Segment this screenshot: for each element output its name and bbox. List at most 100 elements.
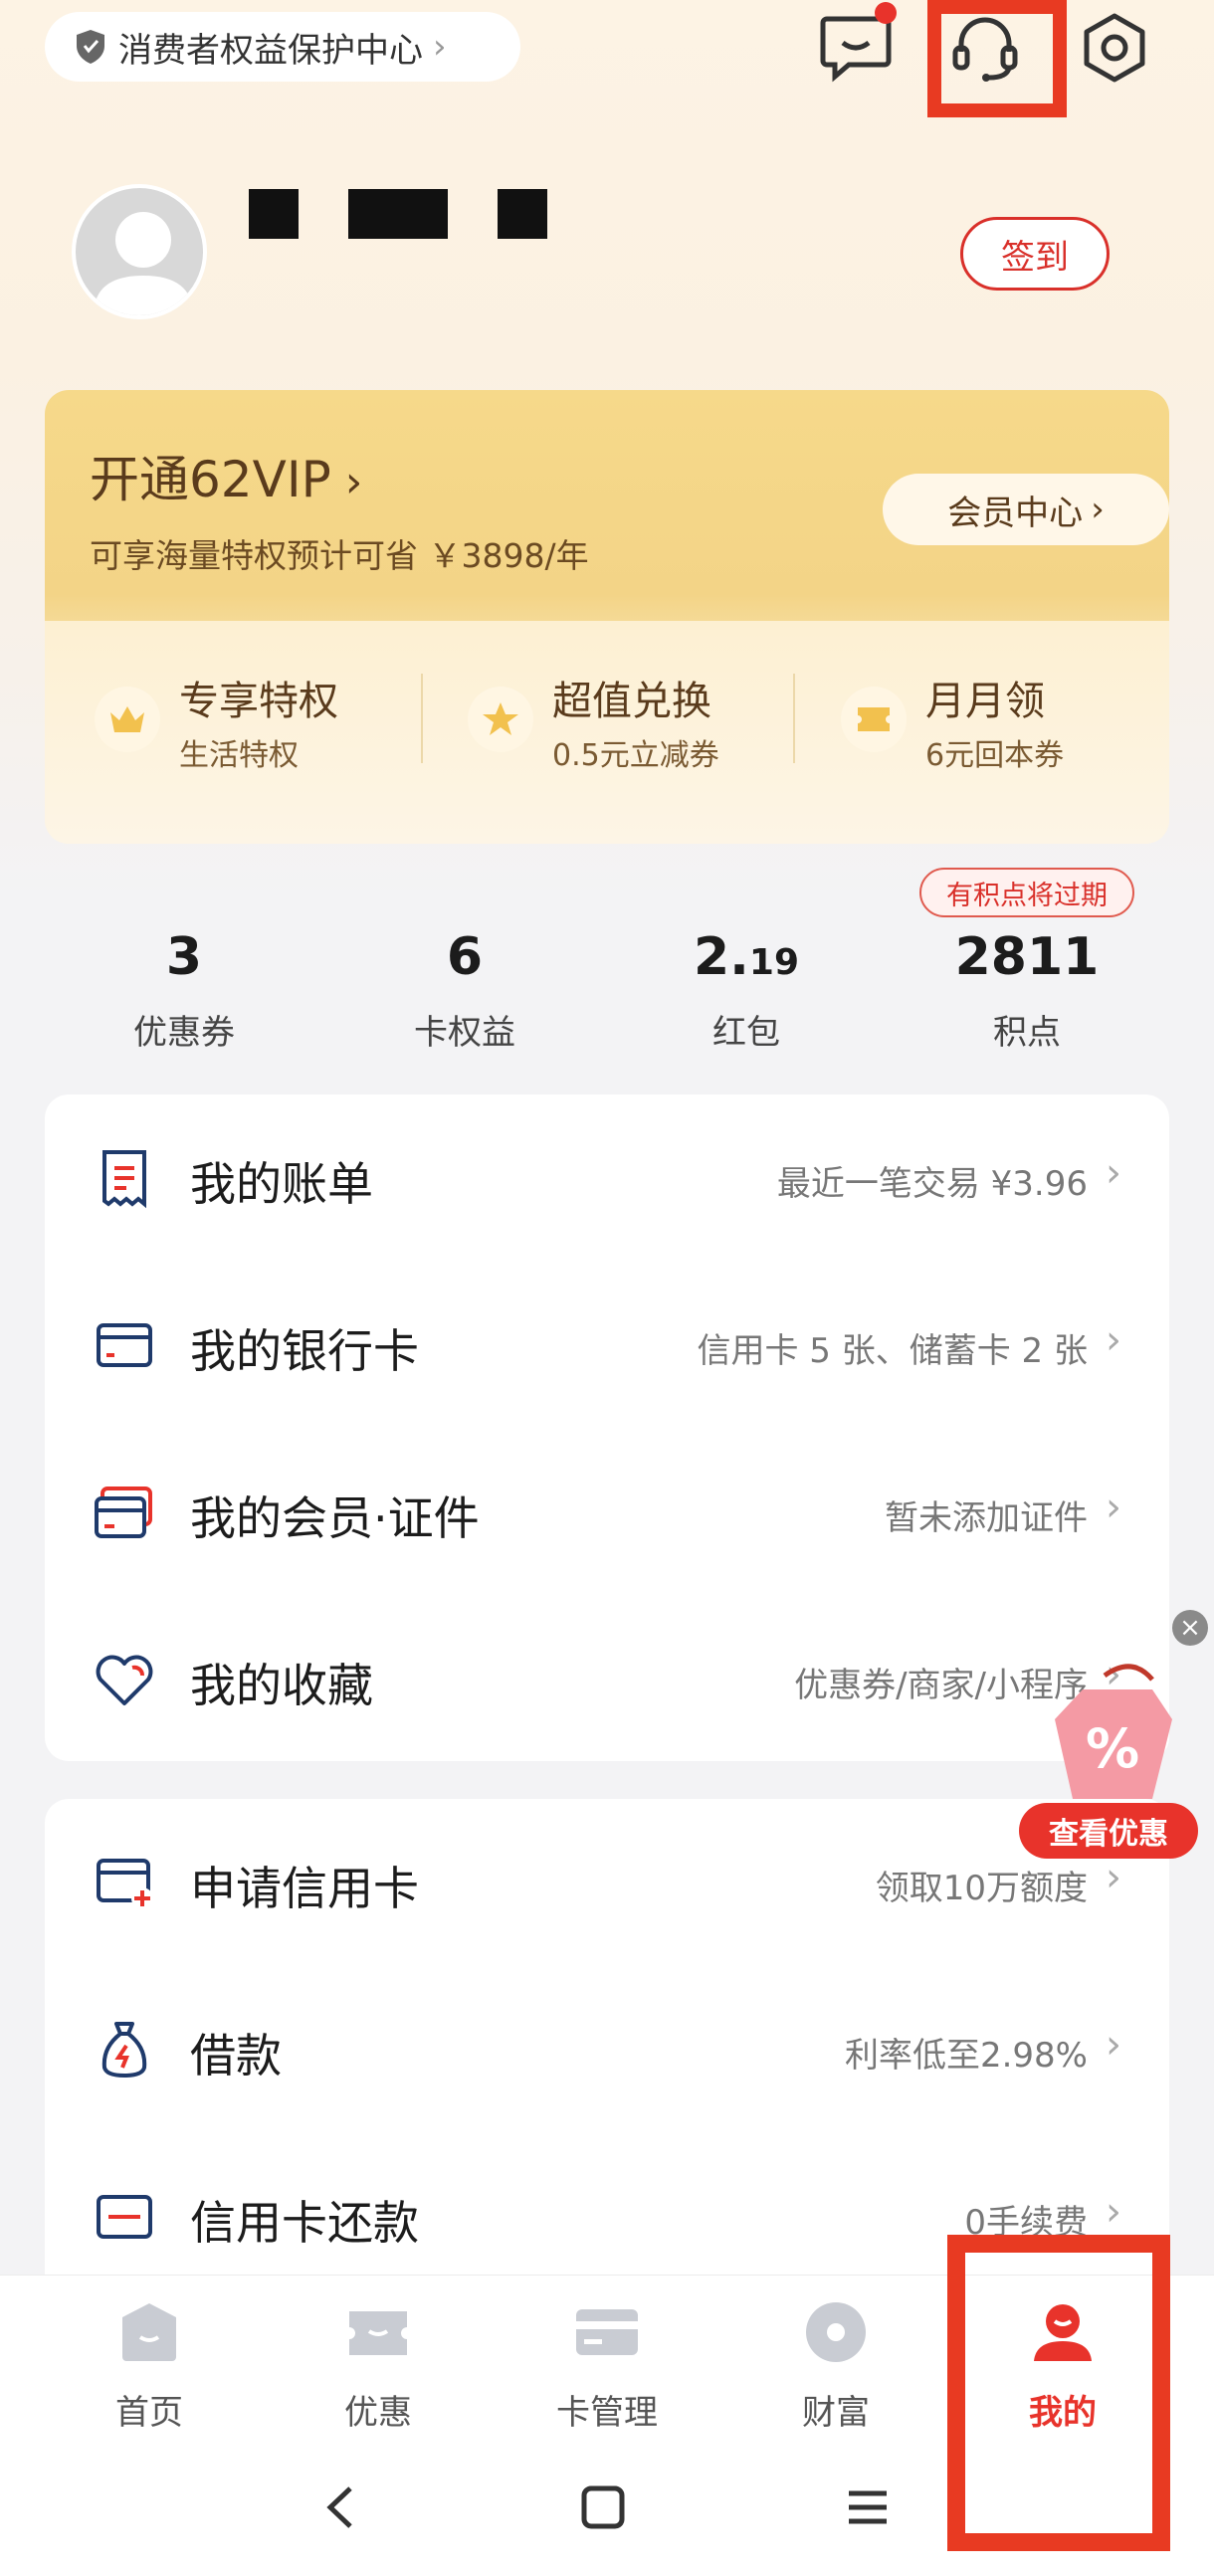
coupon-icon xyxy=(349,2311,407,2355)
menu-item-hint: 暂未添加证件 xyxy=(885,1498,1088,1538)
menu-item-hint: 领取10万额度 xyxy=(875,1869,1088,1908)
stat-label: 卡权益 xyxy=(414,1013,515,1053)
perk-desc: 6元回本券 xyxy=(925,738,1065,773)
home-square-icon xyxy=(581,2485,625,2529)
consumer-protection-label: 消费者权益保护中心 xyxy=(118,30,423,71)
menu-item-label: 借款 xyxy=(190,2029,282,2082)
menu-item-label: 我的会员·证件 xyxy=(190,1491,480,1545)
settings-button[interactable] xyxy=(1075,8,1154,88)
stat-value: 3 xyxy=(165,927,203,987)
menu-item-favorites[interactable]: 我的收藏 优惠券/商家/小程序 › xyxy=(45,1596,1169,1763)
perk-title: 月月领 xyxy=(925,679,1045,724)
vip-title[interactable]: 开通62VIP › xyxy=(90,440,362,511)
redacted-name xyxy=(498,189,547,239)
menu-item-apply-credit-card[interactable]: 申请信用卡 领取10万额度 › xyxy=(45,1799,1169,1966)
membership-card-icon xyxy=(95,1486,152,1538)
perk-exclusive[interactable]: 专享特权 生活特权 xyxy=(70,659,428,778)
perk-exchange[interactable]: 超值兑换 0.5元立减券 xyxy=(443,659,801,778)
back-icon xyxy=(326,2486,352,2528)
perk-desc: 0.5元立减券 xyxy=(552,738,719,773)
wealth-icon xyxy=(806,2302,866,2362)
system-menu-button[interactable] xyxy=(828,2477,908,2537)
stat-value: 6 xyxy=(446,927,484,987)
redacted-name xyxy=(249,189,299,239)
vip-subtitle: 可享海量特权预计可省 ￥3898/年 xyxy=(90,536,589,575)
discount-tag-icon: % xyxy=(1055,1664,1172,1799)
bank-card-icon xyxy=(97,1323,152,1367)
vip-card[interactable]: 开通62VIP › 可享海量特权预计可省 ￥3898/年 会员中心 › 专享特权 生… xyxy=(45,390,1169,844)
promo-close-button[interactable]: × xyxy=(1172,1610,1208,1646)
menu-item-bills[interactable]: 我的账单 最近一笔交易 ¥3.96 › xyxy=(45,1094,1169,1262)
highlight-box-customer-service xyxy=(927,0,1067,117)
nav-wealth[interactable]: 财富 xyxy=(736,2297,935,2434)
card-icon xyxy=(576,2309,638,2355)
settings-icon xyxy=(1084,13,1145,83)
account-menu-card: 我的账单 最近一笔交易 ¥3.96 › 我的银行卡 信用卡 5 张、储蓄卡 2 … xyxy=(45,1094,1169,1761)
chevron-right-icon: › xyxy=(1106,2189,1121,2235)
ticket-icon xyxy=(841,687,907,752)
money-bag-icon xyxy=(101,2022,147,2079)
chevron-right-icon: › xyxy=(344,457,363,507)
menu-icon xyxy=(849,2490,887,2524)
menu-item-hint: 信用卡 5 张、储蓄卡 2 张 xyxy=(697,1331,1089,1371)
stat-value: 2811 xyxy=(954,927,1100,987)
chevron-right-icon: › xyxy=(1106,1150,1121,1196)
menu-item-label: 我的银行卡 xyxy=(190,1324,419,1378)
chevron-right-icon: › xyxy=(433,27,447,67)
menu-item-hint: 利率低至2.98% xyxy=(844,2036,1088,2076)
nav-label: 优惠 xyxy=(344,2393,412,2433)
view-offers-button[interactable]: 查看优惠 xyxy=(1019,1803,1198,1859)
avatar[interactable] xyxy=(72,184,207,319)
sign-in-button[interactable]: 签到 xyxy=(960,217,1110,291)
consumer-protection-link[interactable]: 消费者权益保护中心 › xyxy=(45,12,520,82)
nav-label: 财富 xyxy=(802,2393,870,2433)
menu-item-loan[interactable]: 借款 利率低至2.98% › xyxy=(45,1966,1169,2133)
stat-label: 优惠券 xyxy=(133,1013,235,1053)
nav-home[interactable]: 首页 xyxy=(50,2297,249,2434)
stat-card-benefits[interactable]: 6 卡权益 xyxy=(325,927,604,1054)
chevron-right-icon: › xyxy=(1106,1485,1121,1530)
nav-label: 首页 xyxy=(115,2393,183,2433)
nav-label: 卡管理 xyxy=(556,2393,658,2433)
close-icon: × xyxy=(1179,1613,1201,1643)
bill-icon xyxy=(102,1150,146,1209)
menu-item-label: 信用卡还款 xyxy=(190,2196,419,2250)
star-icon xyxy=(468,687,533,752)
perk-monthly[interactable]: 月月领 6元回本券 xyxy=(816,659,1169,778)
perk-desc: 生活特权 xyxy=(179,738,299,773)
chevron-right-icon: › xyxy=(1106,1317,1121,1363)
stat-points[interactable]: 2811 积点 xyxy=(888,927,1166,1054)
stat-label: 红包 xyxy=(712,1013,780,1053)
system-home-button[interactable] xyxy=(563,2477,643,2537)
redacted-name xyxy=(348,189,448,239)
menu-item-hint: 最近一笔交易 ¥3.96 xyxy=(776,1164,1088,1204)
shield-icon xyxy=(77,30,104,64)
menu-item-membership[interactable]: 我的会员·证件 暂未添加证件 › xyxy=(45,1429,1169,1596)
points-expire-badge[interactable]: 有积点将过期 xyxy=(919,868,1134,917)
highlight-box-mine-tab xyxy=(947,2235,1170,2551)
crown-icon xyxy=(95,687,160,752)
menu-item-label: 我的收藏 xyxy=(190,1659,373,1712)
perk-title: 专享特权 xyxy=(179,679,338,724)
apply-card-icon xyxy=(97,1859,153,1909)
heart-icon xyxy=(96,1655,153,1705)
system-back-button[interactable] xyxy=(301,2477,380,2537)
repay-card-icon xyxy=(97,2195,152,2239)
divider xyxy=(793,674,795,763)
nav-offers[interactable]: 优惠 xyxy=(279,2297,478,2434)
svg-text:%: % xyxy=(1086,1717,1139,1780)
nav-card-management[interactable]: 卡管理 xyxy=(507,2297,707,2434)
notification-dot xyxy=(875,2,897,24)
menu-item-label: 我的账单 xyxy=(190,1157,373,1211)
promo-floating-widget[interactable]: % 查看优惠 xyxy=(1019,1660,1198,1865)
chevron-right-icon: › xyxy=(1106,2022,1121,2068)
home-icon xyxy=(122,2303,176,2361)
stat-label: 积点 xyxy=(993,1013,1061,1053)
stat-value: 2.19 xyxy=(693,927,800,987)
member-center-button[interactable]: 会员中心 › xyxy=(883,474,1169,545)
stat-red-packet[interactable]: 2.19 红包 xyxy=(607,927,886,1054)
menu-item-bank-cards[interactable]: 我的银行卡 信用卡 5 张、储蓄卡 2 张 › xyxy=(45,1262,1169,1429)
stat-coupons[interactable]: 3 优惠券 xyxy=(45,927,323,1054)
perk-title: 超值兑换 xyxy=(552,679,711,724)
menu-item-label: 申请信用卡 xyxy=(190,1862,419,1915)
